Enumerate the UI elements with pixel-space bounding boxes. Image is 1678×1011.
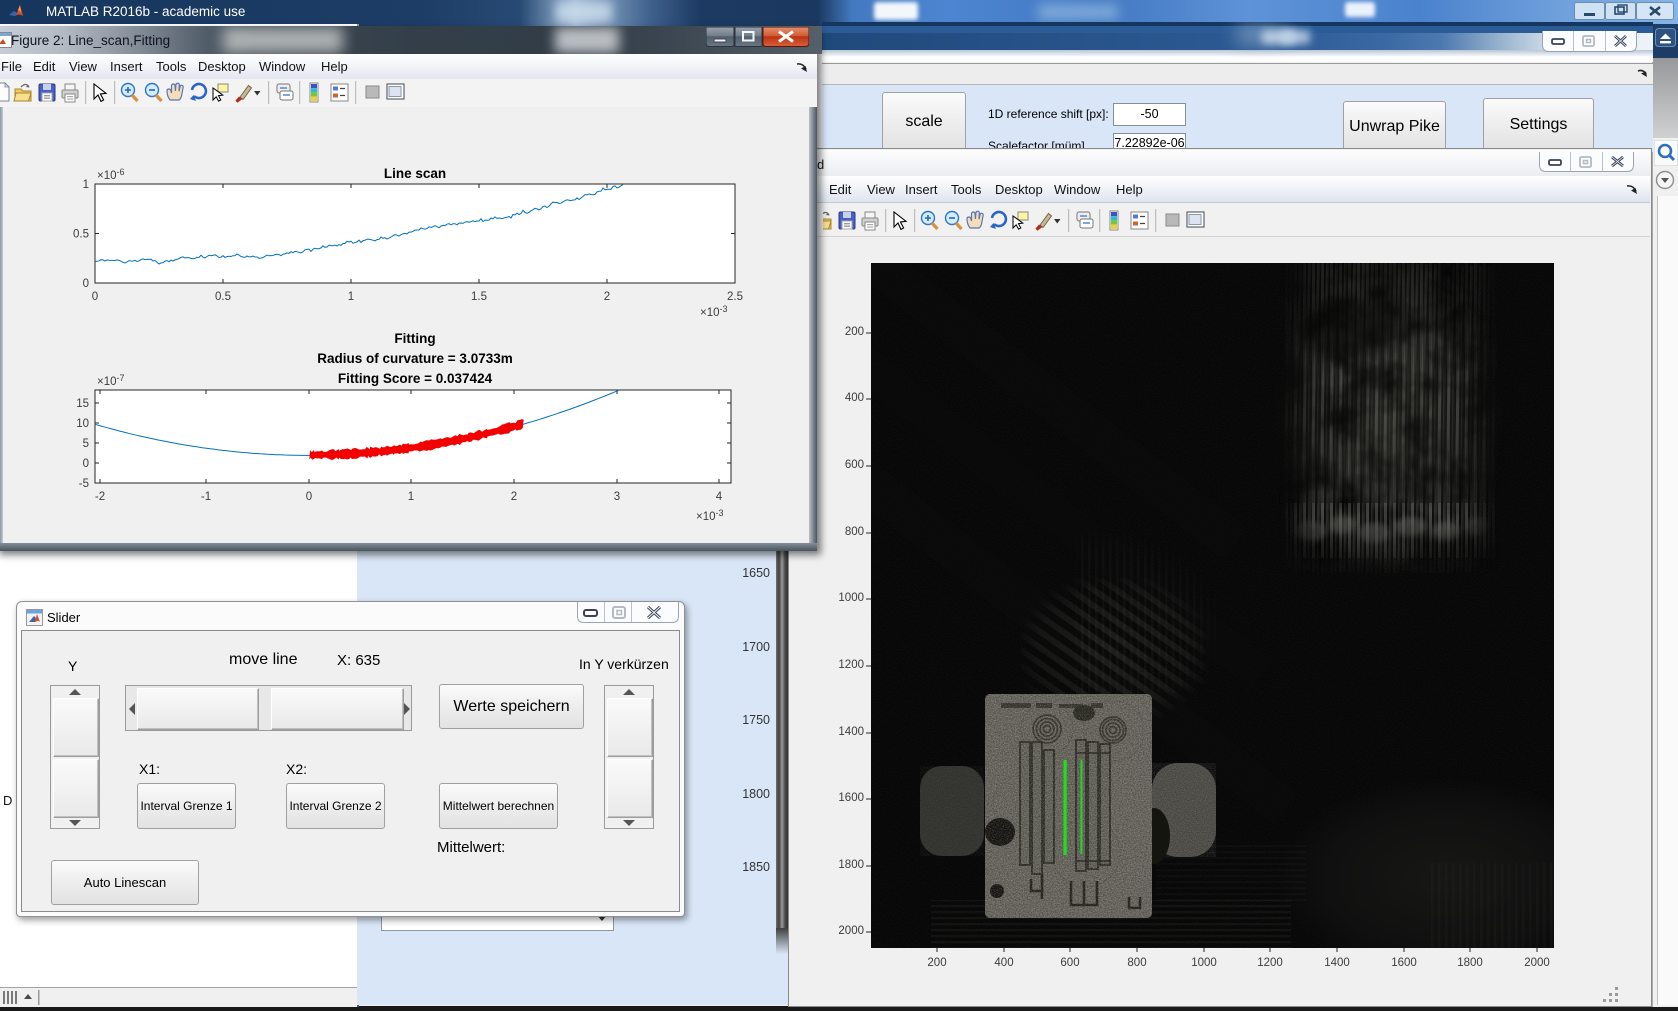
svg-text:0.5: 0.5 xyxy=(73,229,89,241)
svg-text:15: 15 xyxy=(76,398,89,410)
svg-text:0: 0 xyxy=(83,458,89,470)
svg-text:×10-3: ×10-3 xyxy=(700,304,728,319)
svg-text:×10-6: ×10-6 xyxy=(97,167,125,182)
svg-text:Radius of curvature = 3.0733m: Radius of curvature = 3.0733m xyxy=(317,351,512,366)
svg-text:Line scan: Line scan xyxy=(384,166,446,181)
svg-text:1: 1 xyxy=(83,179,89,191)
svg-text:2: 2 xyxy=(511,491,517,503)
svg-text:Fitting Score = 0.037424: Fitting Score = 0.037424 xyxy=(338,371,493,386)
svg-text:2: 2 xyxy=(604,291,610,303)
svg-text:0: 0 xyxy=(92,291,98,303)
svg-text:10: 10 xyxy=(76,418,89,430)
svg-text:3: 3 xyxy=(614,491,620,503)
svg-text:1: 1 xyxy=(348,291,354,303)
svg-text:4: 4 xyxy=(716,491,723,503)
svg-text:×10-7: ×10-7 xyxy=(97,373,125,388)
svg-text:0.5: 0.5 xyxy=(215,291,231,303)
svg-text:Fitting: Fitting xyxy=(394,331,435,346)
svg-text:-1: -1 xyxy=(201,491,211,503)
svg-text:2.5: 2.5 xyxy=(727,291,743,303)
svg-text:5: 5 xyxy=(83,438,89,450)
svg-text:×10-3: ×10-3 xyxy=(696,508,724,523)
svg-text:-2: -2 xyxy=(95,491,105,503)
svg-text:-5: -5 xyxy=(79,478,89,490)
svg-text:0: 0 xyxy=(306,491,312,503)
svg-text:1.5: 1.5 xyxy=(471,291,487,303)
svg-text:0: 0 xyxy=(83,278,89,290)
svg-text:1: 1 xyxy=(408,491,414,503)
